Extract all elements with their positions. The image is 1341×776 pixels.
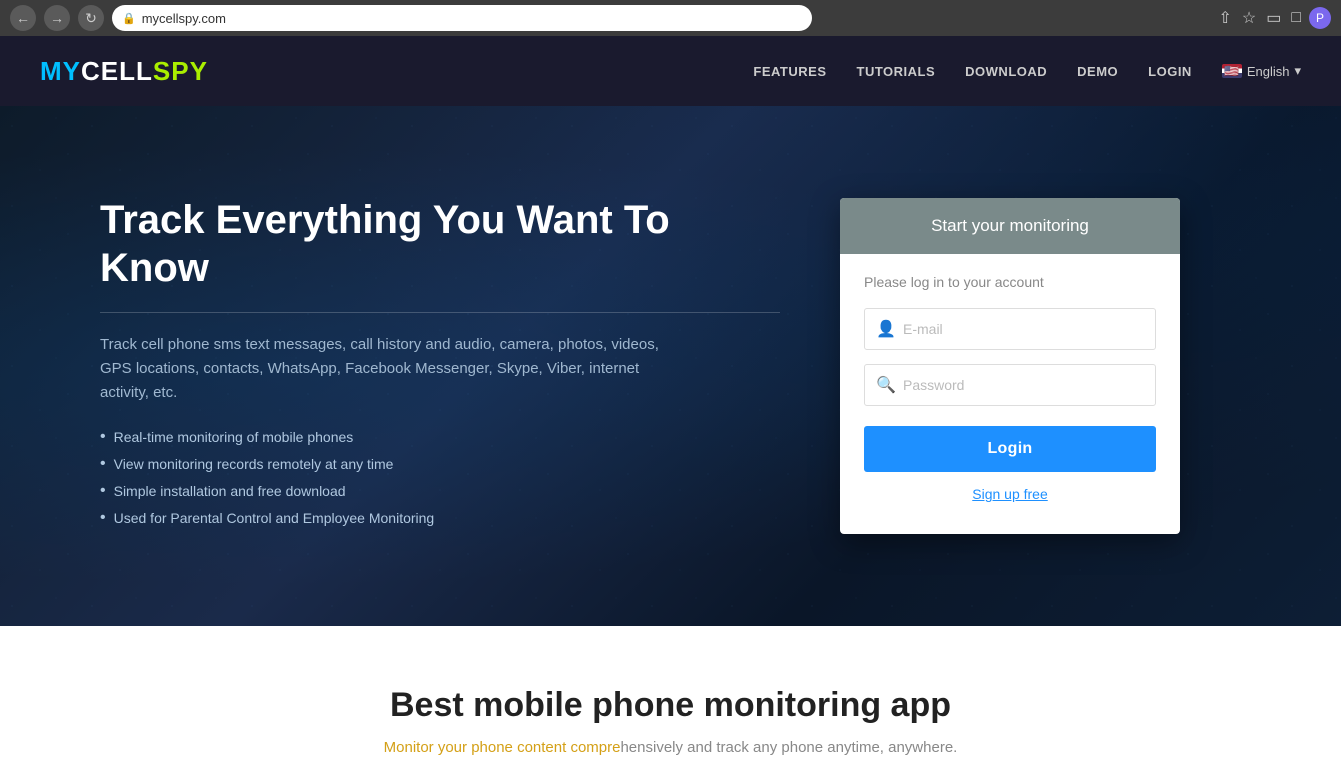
bullet-2: View monitoring records remotely at any … [100,456,780,473]
email-field[interactable] [864,308,1156,350]
nav-tutorials[interactable]: TUTORIALS [857,64,936,79]
back-button[interactable]: ← [10,5,36,31]
browser-chrome: ← → ↻ 🔒 mycellspy.com ⇧ ☆ ▭ □ P [0,0,1341,36]
login-card-body: Please log in to your account 👤 🔍 Login … [840,254,1180,534]
logo-cell: CELL [81,56,153,86]
logo-my: MY [40,56,81,86]
hero-right: Start your monitoring Please log in to y… [840,198,1180,534]
logo[interactable]: MYCELLSPY [40,56,208,87]
hero-divider [100,312,780,313]
hero-title: Track Everything You Want To Know [100,196,780,292]
reload-button[interactable]: ↻ [78,5,104,31]
login-button[interactable]: Login [864,426,1156,472]
password-field[interactable] [864,364,1156,406]
hero-bullets: Real-time monitoring of mobile phones Vi… [100,429,780,527]
bottom-subtitle-highlight: Monitor your phone content compre [384,739,621,756]
share-icon[interactable]: ⇧ [1216,6,1233,30]
hero-description: Track cell phone sms text messages, call… [100,333,680,405]
bullet-4: Used for Parental Control and Employee M… [100,510,780,527]
flag-icon: 🇺🇸 [1222,64,1242,78]
nav-download[interactable]: DOWNLOAD [965,64,1047,79]
browser-actions: ⇧ ☆ ▭ □ P [1216,6,1331,30]
signup-link[interactable]: Sign up free [972,486,1048,502]
nav-links: FEATURES TUTORIALS DOWNLOAD DEMO LOGIN 🇺… [753,63,1301,79]
logo-spy: SPY [153,56,208,86]
user-icon: 👤 [876,319,896,339]
lock-input-icon: 🔍 [876,375,896,395]
address-bar[interactable]: 🔒 mycellspy.com [112,5,812,31]
extensions-icon[interactable]: ▭ [1264,6,1283,30]
nav-demo[interactable]: DEMO [1077,64,1118,79]
hero-left: Track Everything You Want To Know Track … [100,196,780,537]
email-input-group: 👤 [864,308,1156,350]
language-label: English [1247,64,1290,79]
bullet-1: Real-time monitoring of mobile phones [100,429,780,446]
bottom-section: Best mobile phone monitoring app Monitor… [0,626,1341,776]
login-card-header: Start your monitoring [840,198,1180,254]
signup-link-wrap: Sign up free [864,486,1156,504]
login-card-title: Start your monitoring [931,216,1089,235]
nav-features[interactable]: FEATURES [753,64,826,79]
chevron-down-icon: ▾ [1294,63,1301,79]
login-card: Start your monitoring Please log in to y… [840,198,1180,534]
bottom-subtitle-rest: hensively and track any phone anytime, a… [620,739,957,756]
navbar: MYCELLSPY FEATURES TUTORIALS DOWNLOAD DE… [0,36,1341,106]
bottom-subtitle: Monitor your phone content comprehensive… [40,739,1301,756]
bullet-3: Simple installation and free download [100,483,780,500]
password-input-group: 🔍 [864,364,1156,406]
nav-login[interactable]: LOGIN [1148,64,1192,79]
hero-section: Track Everything You Want To Know Track … [0,106,1341,626]
profile-icon[interactable]: P [1309,7,1331,29]
bottom-title: Best mobile phone monitoring app [40,686,1301,725]
window-icon[interactable]: □ [1289,7,1303,29]
language-selector[interactable]: 🇺🇸 English ▾ [1222,63,1301,79]
url-text: mycellspy.com [142,11,226,26]
login-subtitle: Please log in to your account [864,274,1156,290]
lock-icon: 🔒 [122,12,136,25]
bookmark-icon[interactable]: ☆ [1240,6,1258,30]
forward-button[interactable]: → [44,5,70,31]
